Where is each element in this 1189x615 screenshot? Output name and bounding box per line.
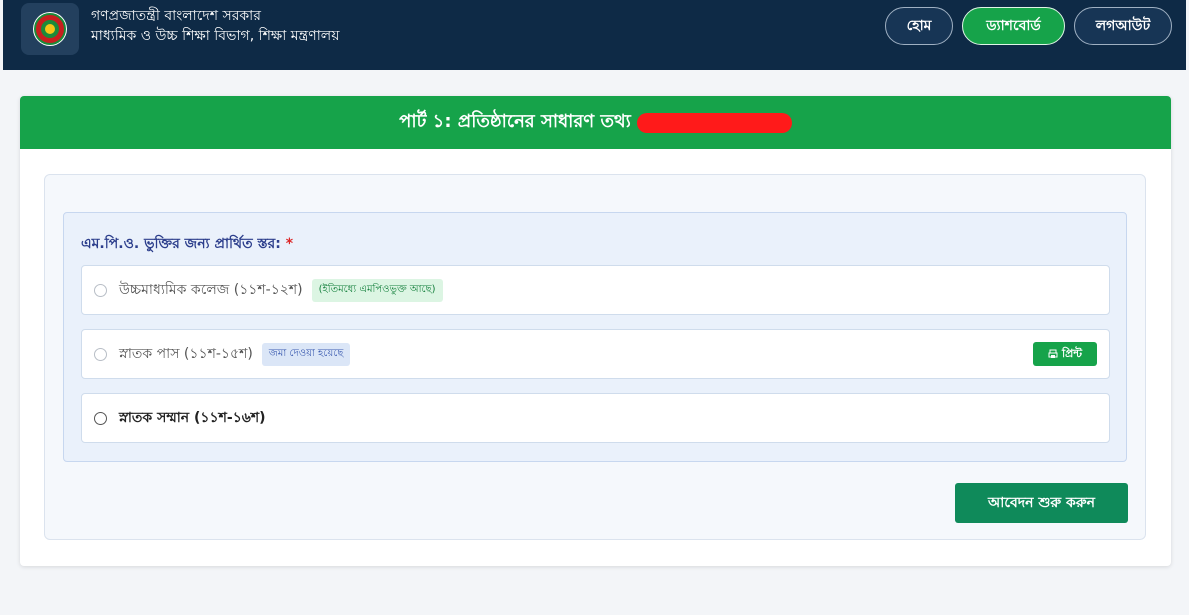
brand-title-line2: মাধ্যমিক ও উচ্চ শিক্ষা বিভাগ, শিক্ষা মন্… xyxy=(91,28,340,44)
home-button[interactable]: হোম xyxy=(885,7,953,45)
option-degree-honours[interactable]: স্নাতক সম্মান (১১শ-১৬শ) xyxy=(81,393,1110,443)
bangladesh-emblem-icon xyxy=(33,12,67,46)
required-mark: * xyxy=(285,236,294,252)
print-icon xyxy=(1048,349,1058,358)
option-higher-secondary: উচ্চমাধ্যমিক কলেজ (১১শ-১২শ) (ইতিমধ্যে এম… xyxy=(81,265,1110,315)
radio-degree-honours[interactable] xyxy=(94,411,107,425)
submitted-badge: জমা দেওয়া হয়েছে xyxy=(261,342,351,366)
mpo-level-label-text: এম.পি.ও. ভুক্তির জন্য প্রার্থিত স্তর: xyxy=(81,236,281,252)
redacted-area xyxy=(636,112,792,133)
brand-title-line1: গণপ্রজাতন্ত্রী বাংলাদেশ সরকার xyxy=(91,8,261,24)
option-degree-pass: স্নাতক পাস (১১শ-১৫শ) জমা দেওয়া হয়েছে প… xyxy=(81,329,1110,379)
logout-button[interactable]: লগআউট xyxy=(1074,7,1172,45)
form-panel: এম.পি.ও. ভুক্তির জন্য প্রার্থিত স্তর: * … xyxy=(44,174,1146,540)
mpo-level-label: এম.পি.ও. ভুক্তির জন্য প্রার্থিত স্তর: * xyxy=(81,232,293,256)
dashboard-button[interactable]: ড্যাশবোর্ড xyxy=(962,7,1065,45)
option-higher-secondary-label: উচ্চমাধ্যমিক কলেজ (১১শ-১২শ) xyxy=(119,282,303,298)
print-button[interactable]: প্রিন্ট xyxy=(1033,342,1097,366)
card-heading: পার্ট ১: প্রতিষ্ঠানের সাধারণ তথ্য xyxy=(20,96,1171,149)
already-mpo-badge: (ইতিমধ্যে এমপিওভুক্ত আছে) xyxy=(311,278,443,302)
option-degree-pass-label: স্নাতক পাস (১১শ-১৫শ) xyxy=(119,346,253,362)
option-degree-honours-label: স্নাতক সম্মান (১১শ-১৬শ) xyxy=(119,410,266,426)
brand-title: গণপ্রজাতন্ত্রী বাংলাদেশ সরকার মাধ্যমিক ও… xyxy=(91,6,339,46)
top-header: গণপ্রজাতন্ত্রী বাংলাদেশ সরকার মাধ্যমিক ও… xyxy=(3,0,1186,70)
radio-higher-secondary xyxy=(94,283,107,297)
card-heading-text: পার্ট ১: প্রতিষ্ঠানের সাধারণ তথ্য xyxy=(399,111,631,132)
print-button-label: প্রিন্ট xyxy=(1061,346,1082,360)
start-application-button[interactable]: আবেদন শুরু করুন xyxy=(955,483,1128,523)
gov-logo xyxy=(21,3,79,55)
mpo-level-section: এম.পি.ও. ভুক্তির জন্য প্রার্থিত স্তর: * … xyxy=(63,212,1127,462)
main-card: পার্ট ১: প্রতিষ্ঠানের সাধারণ তথ্য এম.পি.… xyxy=(20,96,1171,566)
radio-degree-pass xyxy=(94,347,107,361)
